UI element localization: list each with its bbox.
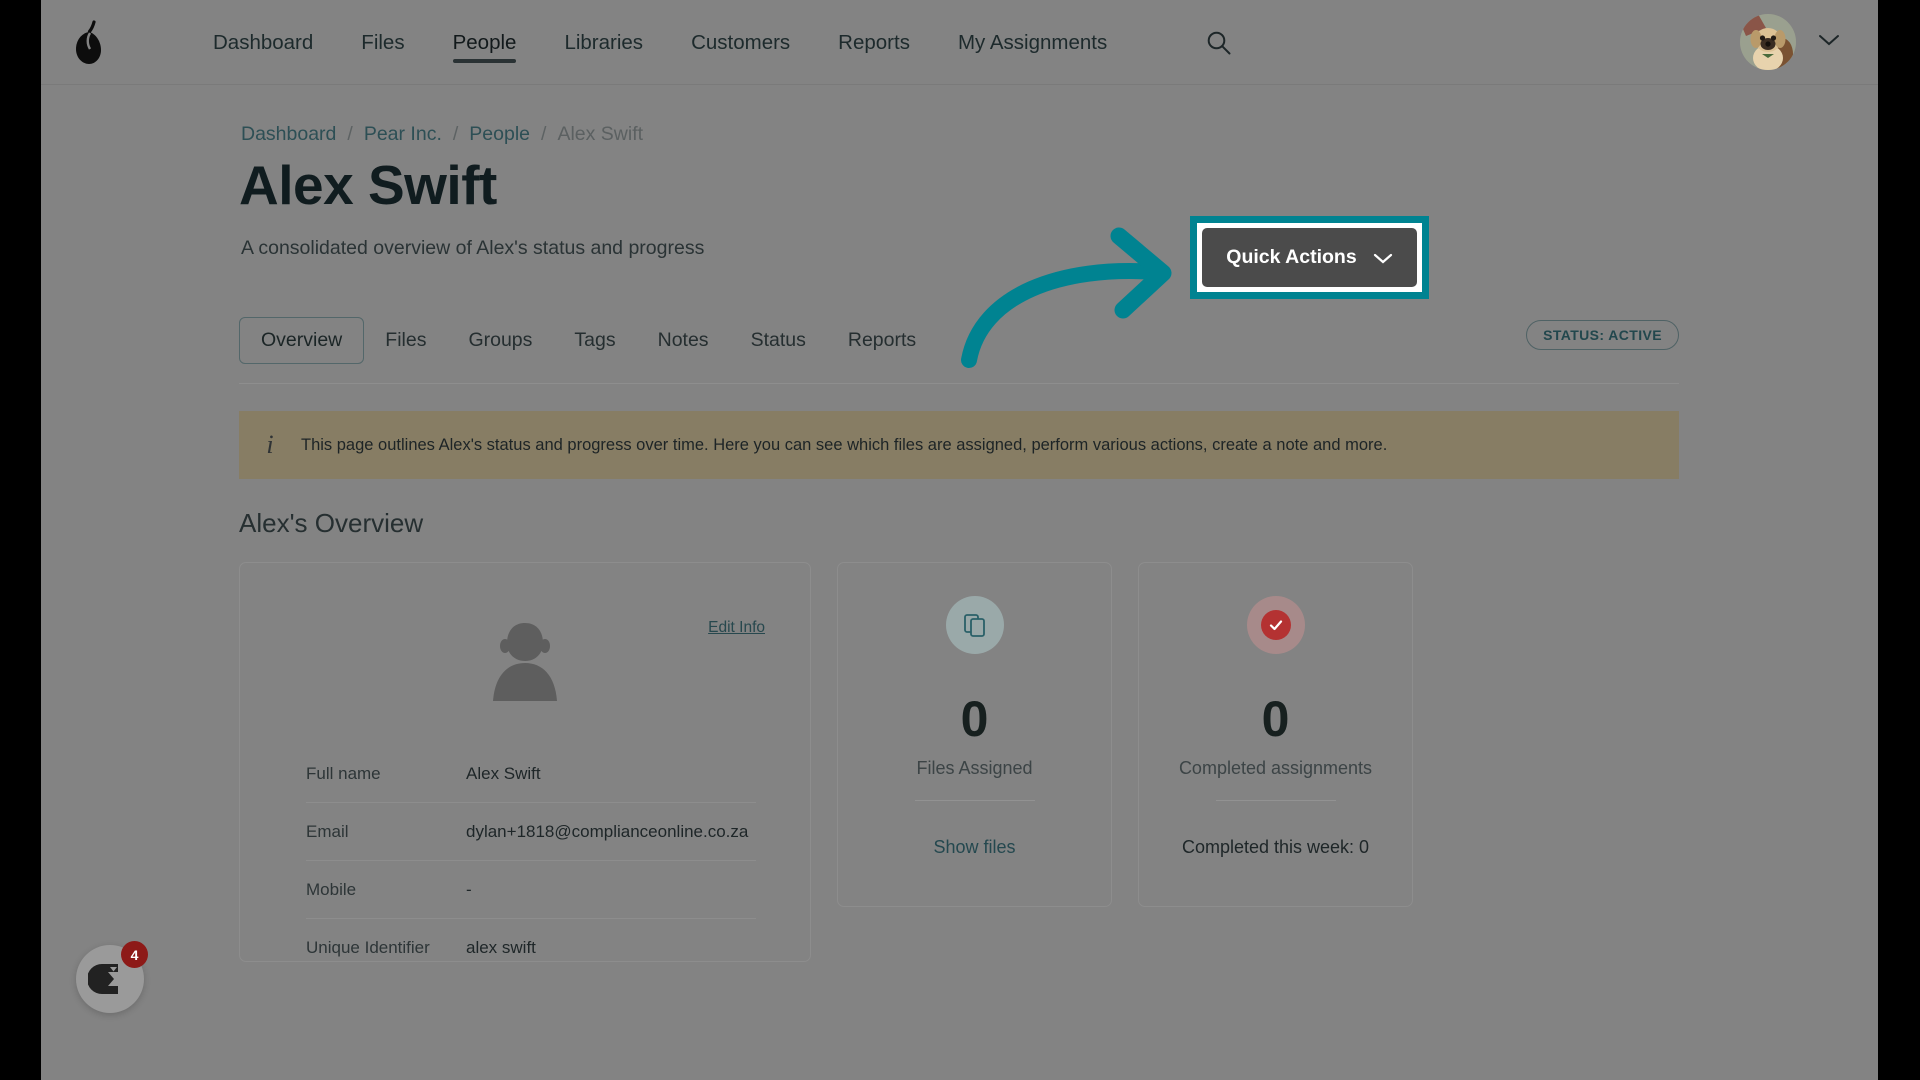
info-banner: i This page outlines Alex's status and p…: [239, 411, 1679, 479]
tab-label: Status: [750, 328, 806, 351]
breadcrumb-separator: /: [452, 123, 459, 145]
field-value: dylan+1818@complianceonline.co.za: [466, 821, 749, 841]
tab-label: Files: [385, 328, 427, 351]
user-menu[interactable]: [1740, 14, 1840, 70]
tab-groups[interactable]: Groups: [447, 318, 553, 363]
info-banner-text: This page outlines Alex's status and pro…: [301, 435, 1388, 454]
table-row: Full name Alex Swift: [306, 745, 756, 803]
page-title: Alex Swift: [239, 154, 497, 216]
top-navigation-bar: Dashboard Files People Libraries Custome…: [41, 0, 1878, 85]
person-placeholder-avatar: [482, 615, 568, 701]
tab-status[interactable]: Status: [730, 318, 827, 363]
nav-link-libraries[interactable]: Libraries: [540, 0, 667, 85]
quick-actions-highlight-box: Quick Actions: [1190, 216, 1429, 299]
stat-number: 0: [960, 691, 989, 747]
nav-link-customers[interactable]: Customers: [667, 0, 814, 85]
tabs-bar: Overview Files Groups Tags Notes Status …: [239, 316, 1679, 364]
tab-label: Overview: [261, 328, 343, 351]
profile-card: Edit Info Full name Alex Swift Email dyl…: [239, 562, 811, 962]
quick-actions-label: Quick Actions: [1226, 246, 1357, 268]
table-row: Email dylan+1818@complianceonline.co.za: [306, 803, 756, 861]
nav-label: People: [452, 30, 517, 54]
avatar[interactable]: [1740, 14, 1796, 70]
field-value: Alex Swift: [466, 763, 541, 783]
chevron-down-icon[interactable]: [1818, 33, 1840, 52]
tab-files[interactable]: Files: [364, 318, 447, 363]
chevron-down-icon: [1373, 253, 1392, 263]
quick-actions-button[interactable]: Quick Actions: [1202, 228, 1417, 287]
page-subtitle: A consolidated overview of Alex's status…: [241, 237, 705, 259]
completed-this-week-text: Completed this week: 0: [1181, 837, 1370, 857]
nav-link-my-assignments[interactable]: My Assignments: [934, 0, 1131, 85]
breadcrumb-item-dashboard[interactable]: Dashboard: [241, 123, 336, 146]
nav-active-underline: [452, 59, 517, 63]
show-files-link[interactable]: Show files: [933, 837, 1015, 858]
edit-info-link[interactable]: Edit Info: [708, 619, 765, 637]
check-icon: [1260, 610, 1291, 640]
nav-link-files[interactable]: Files: [337, 0, 428, 85]
table-row: Mobile -: [306, 861, 756, 919]
tab-label: Tags: [574, 328, 616, 351]
stat-card-completed-assignments: 0 Completed assignments Completed this w…: [1138, 562, 1413, 907]
profile-fields-table: Full name Alex Swift Email dylan+1818@co…: [306, 745, 756, 977]
field-label: Email: [306, 821, 349, 841]
letterbox-right: [1878, 0, 1920, 1080]
tab-reports[interactable]: Reports: [827, 318, 937, 363]
stat-divider: [914, 800, 1035, 801]
stat-label: Files Assigned: [916, 758, 1033, 778]
nav-links: Dashboard Files People Libraries Custome…: [189, 0, 1131, 85]
nav-link-dashboard[interactable]: Dashboard: [189, 0, 337, 85]
field-value: -: [466, 879, 472, 899]
info-icon: i: [266, 430, 274, 459]
nav-link-reports[interactable]: Reports: [814, 0, 934, 85]
field-label: Unique Identifier: [306, 938, 430, 957]
check-circle-icon: [1246, 596, 1305, 654]
app-viewport: Dashboard Files People Libraries Custome…: [41, 0, 1878, 1080]
field-label: Full name: [306, 763, 381, 783]
letterbox-left: [0, 0, 41, 1080]
stat-card-files-assigned: 0 Files Assigned Show files: [837, 562, 1112, 907]
tab-tags[interactable]: Tags: [553, 318, 636, 363]
tab-overview[interactable]: Overview: [239, 316, 365, 364]
nav-label: Reports: [838, 30, 910, 54]
status-badge: STATUS: ACTIVE: [1526, 320, 1679, 350]
tab-notes[interactable]: Notes: [637, 318, 730, 363]
tab-label: Groups: [468, 328, 533, 351]
tab-label: Reports: [847, 328, 917, 351]
nav-label: Files: [361, 30, 405, 54]
breadcrumb-separator: /: [347, 123, 353, 145]
tab-label: Notes: [657, 328, 709, 351]
section-divider: [239, 383, 1679, 384]
breadcrumb: Dashboard / Pear Inc. / People / Alex Sw…: [241, 123, 643, 146]
chat-badge: 4: [121, 941, 148, 968]
stat-label: Completed assignments: [1178, 758, 1373, 778]
table-row: Unique Identifier alex swift: [306, 919, 756, 977]
nav-label: Customers: [691, 30, 791, 54]
nav-label: Dashboard: [213, 30, 314, 54]
breadcrumb-item-people[interactable]: People: [469, 123, 530, 146]
stat-number: 0: [1261, 691, 1290, 747]
stat-divider: [1215, 800, 1336, 801]
nav-label: Libraries: [564, 30, 644, 54]
copy-files-icon: [945, 596, 1004, 654]
search-icon[interactable]: [1206, 30, 1232, 56]
field-value: alex swift: [466, 938, 536, 957]
pear-logo-icon[interactable]: [63, 16, 115, 68]
breadcrumb-item-pear-inc[interactable]: Pear Inc.: [364, 123, 442, 146]
chat-widget-button[interactable]: 4: [76, 941, 148, 1013]
overview-cards-row: Edit Info Full name Alex Swift Email dyl…: [239, 562, 1679, 962]
breadcrumb-item-alex-swift: Alex Swift: [557, 123, 644, 145]
section-heading: Alex's Overview: [239, 508, 424, 538]
breadcrumb-separator: /: [541, 123, 547, 145]
field-label: Mobile: [306, 879, 357, 899]
nav-link-people[interactable]: People: [429, 0, 541, 85]
nav-label: My Assignments: [957, 30, 1108, 54]
